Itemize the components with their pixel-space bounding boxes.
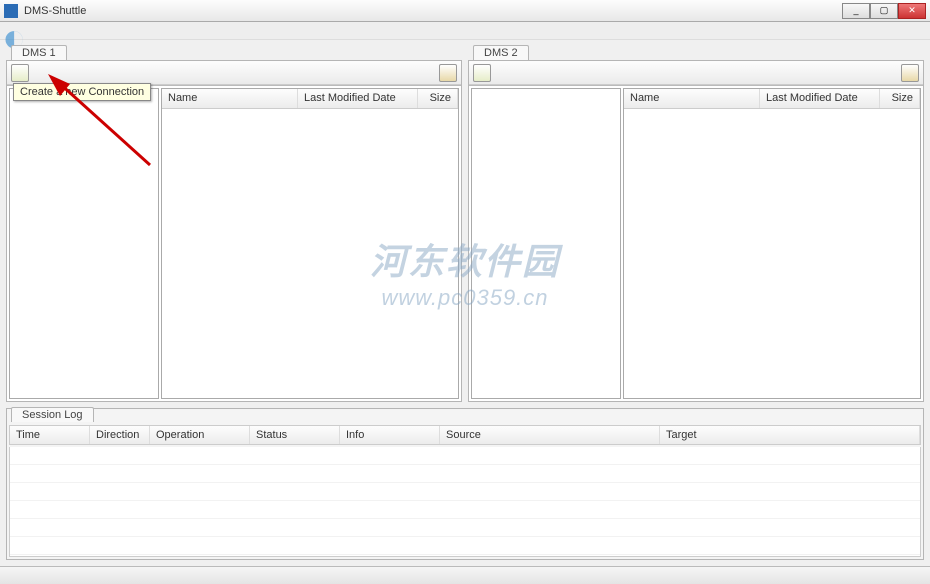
title-bar: DMS-Shuttle _ ▢ ✕ — [0, 0, 930, 22]
tab-dms2[interactable]: DMS 2 — [473, 45, 529, 60]
panel-dms1: DMS 1 Create a new Connection Name Last … — [6, 60, 462, 402]
col-size-2[interactable]: Size — [880, 89, 920, 108]
col-time[interactable]: Time — [10, 426, 90, 444]
window-title: DMS-Shuttle — [24, 5, 842, 17]
col-name[interactable]: Name — [162, 89, 298, 108]
new-connection-tooltip: Create a new Connection — [13, 83, 151, 101]
panel2-tree[interactable] — [471, 88, 621, 399]
panel2-list[interactable]: Name Last Modified Date Size — [623, 88, 921, 399]
col-direction[interactable]: Direction — [90, 426, 150, 444]
new-connection-button-2[interactable] — [473, 64, 491, 82]
col-modified[interactable]: Last Modified Date — [298, 89, 418, 108]
maximize-button[interactable]: ▢ — [870, 3, 898, 19]
panel1-body: Name Last Modified Date Size — [7, 85, 461, 401]
close-button[interactable]: ✕ — [898, 3, 926, 19]
folder-button-1[interactable] — [439, 64, 457, 82]
panel2-list-header: Name Last Modified Date Size — [624, 89, 920, 109]
tab-session-log[interactable]: Session Log — [11, 407, 94, 422]
window-buttons: _ ▢ ✕ — [842, 3, 926, 19]
status-bar — [0, 566, 930, 584]
panel1-toolbar: Create a new Connection — [7, 61, 461, 85]
panel2-body: Name Last Modified Date Size — [469, 85, 923, 401]
main-area: DMS 1 Create a new Connection Name Last … — [0, 54, 930, 408]
session-log-body[interactable] — [9, 447, 921, 557]
folder-button-2[interactable] — [901, 64, 919, 82]
col-status[interactable]: Status — [250, 426, 340, 444]
panel-dms2: DMS 2 Name Last Modified Date Size — [468, 60, 924, 402]
col-source[interactable]: Source — [440, 426, 660, 444]
minimize-button[interactable]: _ — [842, 3, 870, 19]
col-operation[interactable]: Operation — [150, 426, 250, 444]
col-modified-2[interactable]: Last Modified Date — [760, 89, 880, 108]
col-target[interactable]: Target — [660, 426, 920, 444]
panel1-tree[interactable] — [9, 88, 159, 399]
panel1-list-header: Name Last Modified Date Size — [162, 89, 458, 109]
panel1-list[interactable]: Name Last Modified Date Size — [161, 88, 459, 399]
tab-dms1[interactable]: DMS 1 — [11, 45, 67, 60]
session-log-panel: Session Log Time Direction Operation Sta… — [6, 408, 924, 560]
panel2-toolbar — [469, 61, 923, 85]
menu-bar[interactable] — [0, 22, 930, 40]
col-name-2[interactable]: Name — [624, 89, 760, 108]
col-info[interactable]: Info — [340, 426, 440, 444]
session-log-header: Time Direction Operation Status Info Sou… — [9, 425, 921, 445]
col-size[interactable]: Size — [418, 89, 458, 108]
